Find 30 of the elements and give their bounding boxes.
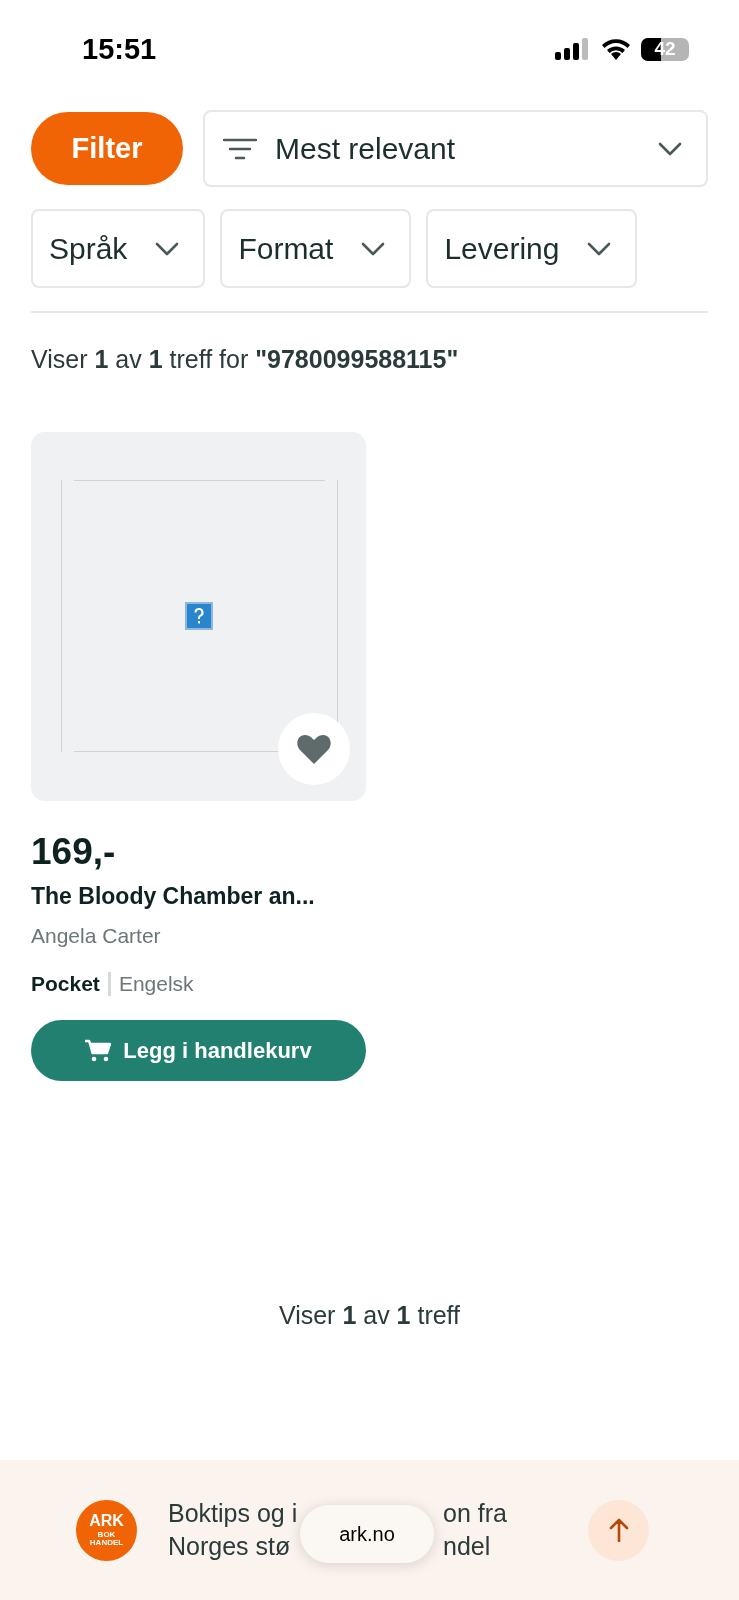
filter-dropdown[interactable]: Språk xyxy=(31,209,206,288)
sort-icon xyxy=(223,137,257,160)
heart-icon xyxy=(296,733,332,765)
price: 169,- xyxy=(31,831,117,873)
product-title[interactable]: The Bloody Chamber an... xyxy=(31,883,366,910)
store-logo: ARK BOK HANDEL xyxy=(76,1499,137,1561)
banner-text: ndel xyxy=(443,1532,491,1561)
signal-icon xyxy=(555,38,591,60)
banner-text: Boktips og i xyxy=(168,1499,299,1528)
banner-text: on fra xyxy=(443,1499,507,1528)
banner-text: Norges stø xyxy=(168,1532,292,1561)
address-pill[interactable]: ark.no xyxy=(300,1505,434,1563)
broken-image-icon xyxy=(184,601,214,631)
sort-dropdown[interactable]: Mest relevant xyxy=(203,110,708,187)
clock-time: 15:51 xyxy=(82,32,157,66)
result-summary: Viser 1 av 1 treff xyxy=(277,1301,462,1330)
format-label: Pocket xyxy=(31,972,100,996)
wifi-icon xyxy=(601,38,631,60)
author-name: Angela Carter xyxy=(31,924,162,948)
chevron-down-icon xyxy=(587,241,612,256)
chevron-down-icon xyxy=(658,141,682,156)
filter-dropdown[interactable]: Levering xyxy=(426,209,638,288)
result-summary: Viser 1 av 1 treff for "9780099588115" xyxy=(31,345,460,374)
language-label: Engelsk xyxy=(118,972,194,996)
chevron-down-icon xyxy=(361,241,386,256)
arrow-up-icon xyxy=(608,1518,629,1542)
cart-icon xyxy=(85,1038,112,1063)
filter-dropdown[interactable]: Format xyxy=(220,209,412,288)
add-to-cart-button[interactable]: Legg i handlekurv xyxy=(31,1020,366,1081)
chevron-down-icon xyxy=(155,241,180,256)
